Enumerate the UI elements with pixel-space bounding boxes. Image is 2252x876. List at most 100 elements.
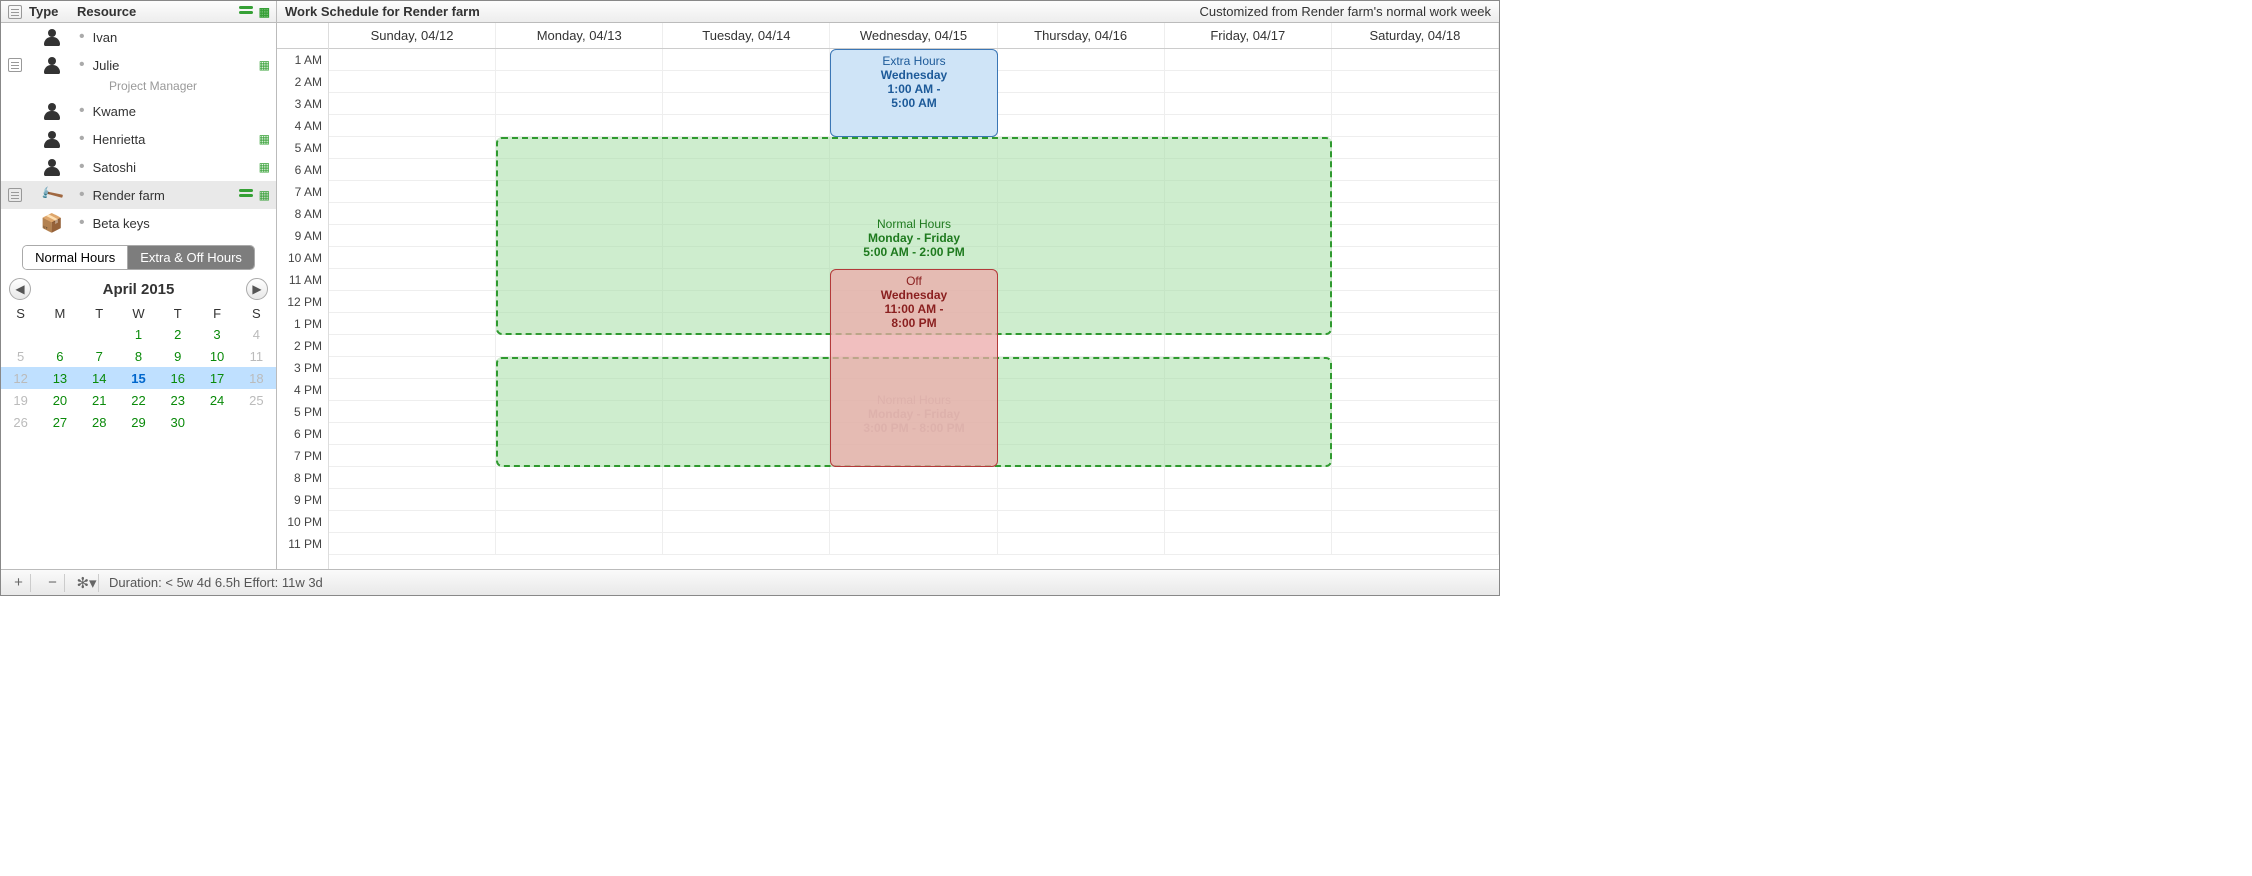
resource-name: Satoshi — [93, 160, 226, 175]
cal-prev-button[interactable]: ◀ — [9, 278, 31, 300]
note-icon[interactable] — [8, 188, 22, 202]
calendar-day[interactable]: 23 — [158, 389, 197, 411]
calendar-day[interactable]: 30 — [158, 411, 197, 433]
calendar-day[interactable]: 27 — [40, 411, 79, 433]
calendar-day[interactable] — [80, 433, 119, 455]
calendar-day[interactable]: 4 — [237, 323, 276, 345]
day-header[interactable]: Thursday, 04/16 — [998, 23, 1165, 48]
resource-header: Type Resource ▦ — [1, 1, 276, 23]
calendar-day[interactable] — [197, 433, 236, 455]
cal-next-button[interactable]: ▶ — [246, 278, 268, 300]
hour-label: 5 AM — [277, 137, 328, 159]
gear-menu-button[interactable]: ✻▾ — [75, 574, 99, 592]
schedule-icon[interactable]: ▦ — [259, 58, 270, 72]
resource-row[interactable]: • Satoshi ▦ — [1, 153, 276, 181]
resource-name: Beta keys — [93, 216, 226, 231]
bullet-icon: • — [79, 158, 85, 176]
calendar-day[interactable]: 19 — [1, 389, 40, 411]
calendar-day[interactable]: 6 — [40, 345, 79, 367]
schedule-panel: Work Schedule for Render farm Customized… — [277, 1, 1499, 569]
calendar-day[interactable] — [119, 433, 158, 455]
hour-label: 3 AM — [277, 93, 328, 115]
day-header[interactable]: Sunday, 04/12 — [329, 23, 496, 48]
seg-normal-hours[interactable]: Normal Hours — [23, 246, 127, 269]
bullet-icon: • — [79, 214, 85, 232]
calendar-day[interactable] — [80, 323, 119, 345]
bullet-icon: • — [79, 186, 85, 204]
column-resource[interactable]: Resource — [75, 4, 230, 19]
footer-summary: Duration: < 5w 4d 6.5h Effort: 11w 3d — [109, 575, 323, 590]
calendar-day[interactable]: 16 — [158, 367, 197, 389]
schedule-grid[interactable]: 1 AM2 AM3 AM4 AM5 AM6 AM7 AM8 AM9 AM10 A… — [277, 23, 1499, 569]
calendar-day[interactable] — [1, 433, 40, 455]
column-type[interactable]: Type — [29, 4, 75, 19]
calendar-day[interactable]: 10 — [197, 345, 236, 367]
calendar-day[interactable]: 17 — [197, 367, 236, 389]
calendar-day[interactable]: 1 — [119, 323, 158, 345]
calendar-day[interactable] — [40, 433, 79, 455]
calendar-day[interactable]: 21 — [80, 389, 119, 411]
calendar-day[interactable]: 26 — [1, 411, 40, 433]
mini-calendar[interactable]: SMTWTFS 12345678910111213141516171819202… — [1, 304, 276, 455]
calendar-day[interactable]: 12 — [1, 367, 40, 389]
schedule-icon[interactable]: ▦ — [259, 188, 270, 202]
add-button[interactable]: + — [7, 574, 31, 592]
calendar-day[interactable]: 28 — [80, 411, 119, 433]
calendar-day[interactable]: 3 — [197, 323, 236, 345]
calendar-day[interactable] — [158, 433, 197, 455]
bars-column-icon[interactable] — [239, 5, 253, 15]
calendar-day[interactable]: 25 — [237, 389, 276, 411]
resource-name: Julie — [93, 58, 226, 73]
calendar-day[interactable]: 24 — [197, 389, 236, 411]
day-header[interactable]: Monday, 04/13 — [496, 23, 663, 48]
resource-row[interactable]: •Henrietta▦ — [1, 125, 276, 153]
resource-row[interactable]: •Ivan — [1, 23, 276, 51]
note-icon[interactable] — [8, 58, 22, 72]
calendar-day[interactable]: 8 — [119, 345, 158, 367]
schedule-icon[interactable]: ▦ — [259, 132, 270, 146]
remove-button[interactable]: − — [41, 574, 65, 592]
calendar-day[interactable] — [237, 411, 276, 433]
hour-label: 6 PM — [277, 423, 328, 445]
seg-extra-off-hours[interactable]: Extra & Off Hours — [127, 246, 254, 269]
calendar-day[interactable]: 13 — [40, 367, 79, 389]
schedule-icon[interactable]: ▦ — [259, 160, 270, 174]
day-header[interactable]: Saturday, 04/18 — [1332, 23, 1499, 48]
resource-row[interactable]: 📦•Beta keys — [1, 209, 276, 237]
schedule-column-icon[interactable]: ▦ — [259, 5, 270, 19]
calendar-day[interactable]: 15 — [119, 367, 158, 389]
resource-row[interactable]: 🔨•Render farm▦ — [1, 181, 276, 209]
note-column-icon[interactable] — [8, 5, 22, 19]
calendar-nav: ◀ April 2015 ▶ — [1, 270, 276, 304]
extra-hours-block[interactable]: Extra HoursWednesday1:00 AM -5:00 AM — [830, 49, 997, 137]
off-hours-block[interactable]: OffWednesday11:00 AM -8:00 PM — [830, 269, 997, 467]
calendar-day[interactable] — [237, 433, 276, 455]
person-icon — [43, 56, 61, 74]
calendar-day[interactable]: 29 — [119, 411, 158, 433]
calendar-day[interactable] — [197, 411, 236, 433]
hour-label: 7 AM — [277, 181, 328, 203]
grid-body: Normal HoursMonday - Friday5:00 AM - 2:0… — [329, 49, 1499, 555]
bullet-icon: • — [79, 130, 85, 148]
day-header[interactable]: Wednesday, 04/15 — [830, 23, 997, 48]
hour-label: 10 PM — [277, 511, 328, 533]
calendar-day[interactable] — [1, 323, 40, 345]
calendar-day[interactable]: 20 — [40, 389, 79, 411]
calendar-day[interactable]: 14 — [80, 367, 119, 389]
calendar-day[interactable]: 2 — [158, 323, 197, 345]
schedule-subtitle: Customized from Render farm's normal wor… — [1200, 4, 1491, 19]
resource-row[interactable]: •Julie▦ — [1, 51, 276, 79]
day-header-row: Sunday, 04/12Monday, 04/13Tuesday, 04/14… — [329, 23, 1499, 49]
person-icon — [43, 130, 61, 148]
calendar-day[interactable]: 11 — [237, 345, 276, 367]
calendar-day[interactable]: 9 — [158, 345, 197, 367]
calendar-day[interactable] — [40, 323, 79, 345]
day-header[interactable]: Tuesday, 04/14 — [663, 23, 830, 48]
resource-row[interactable]: •Kwame — [1, 97, 276, 125]
calendar-day[interactable]: 18 — [237, 367, 276, 389]
bars-icon[interactable] — [239, 188, 253, 198]
calendar-day[interactable]: 5 — [1, 345, 40, 367]
day-header[interactable]: Friday, 04/17 — [1165, 23, 1332, 48]
calendar-day[interactable]: 7 — [80, 345, 119, 367]
calendar-day[interactable]: 22 — [119, 389, 158, 411]
